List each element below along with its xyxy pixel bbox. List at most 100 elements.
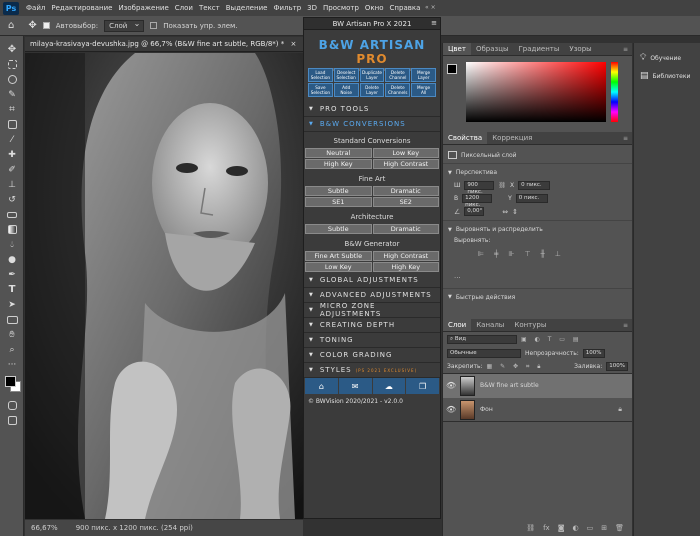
lock-icons[interactable]: ▦ ✎ ✥ ⌗ 🔒︎ <box>487 363 544 371</box>
tab-patterns[interactable]: Узоры <box>564 43 596 55</box>
new-layer-icon[interactable]: ⊞ <box>601 524 607 532</box>
opacity-field[interactable]: 100% <box>582 349 605 358</box>
trash-icon[interactable]: 🗑︎ <box>615 524 624 532</box>
filter-icons[interactable]: ▣ ◐ T ▭ ▤ <box>521 336 582 343</box>
learn-panel-button[interactable]: 💡︎ Обучение <box>634 49 700 67</box>
architecture-dramatic-button[interactable]: Dramatic <box>372 224 439 234</box>
eye-icon[interactable]: 👁︎ <box>446 405 456 414</box>
home-icon[interactable]: ⌂ <box>305 378 338 394</box>
zoom-tool-icon[interactable]: ⌕ <box>0 342 24 357</box>
tab-color[interactable]: Цвет <box>443 43 471 55</box>
pen-tool-icon[interactable]: ✒ <box>0 267 24 282</box>
gen-high-key-button[interactable]: High Key <box>372 262 439 272</box>
merge-layer-button[interactable]: Merge Layer <box>411 68 436 82</box>
history-brush-icon[interactable]: ↺ <box>0 192 24 207</box>
neutral-button[interactable]: Neutral <box>305 148 372 158</box>
panel-collapse-icon[interactable]: « × <box>425 4 441 12</box>
crop-tool-icon[interactable]: ⌗ <box>0 102 24 117</box>
se2-button[interactable]: SE2 <box>372 197 439 207</box>
document-canvas[interactable] <box>25 53 303 519</box>
menu-edit[interactable]: Редактирование <box>48 4 115 12</box>
fg-bg-swatch[interactable] <box>447 64 457 74</box>
gen-fine-art-subtle-button[interactable]: Fine Art Subtle <box>305 251 372 261</box>
quick-mask-icon[interactable] <box>0 398 24 413</box>
link-layers-icon[interactable]: ⛓︎ <box>526 524 535 532</box>
section-pro-tools[interactable]: ▼ PRO TOOLS <box>304 102 440 117</box>
stamp-tool-icon[interactable]: ⊥ <box>0 177 24 192</box>
flip-horizontal-icon[interactable]: ⇔ <box>502 208 508 216</box>
panel-menu-icon[interactable]: ≡ <box>623 46 628 53</box>
frame-tool-icon[interactable] <box>0 117 24 132</box>
section-advanced-adjustments[interactable]: ▼ ADVANCED ADJUSTMENTS <box>304 288 440 303</box>
tab-swatches[interactable]: Образцы <box>471 43 514 55</box>
tab-channels[interactable]: Каналы <box>471 319 509 331</box>
blur-tool-icon[interactable]: 💧︎ <box>0 237 24 252</box>
gradient-tool-icon[interactable] <box>0 222 24 237</box>
more-options-icon[interactable]: ··· <box>454 274 461 282</box>
tab-gradients[interactable]: Градиенты <box>514 43 565 55</box>
section-bw-conversions[interactable]: ▼ B&W CONVERSIONS <box>304 117 440 132</box>
layer-name[interactable]: B&W fine art subtle <box>480 381 539 391</box>
path-select-icon[interactable]: ➤ <box>0 297 24 312</box>
show-controls-checkbox[interactable] <box>150 22 158 29</box>
menu-file[interactable]: Файл <box>23 4 48 12</box>
close-tab-icon[interactable]: × <box>290 40 296 48</box>
eraser-tool-icon[interactable] <box>0 207 24 222</box>
mail-icon[interactable]: ✉ <box>338 378 372 394</box>
menu-help[interactable]: Справка <box>387 4 424 12</box>
menu-select[interactable]: Выделение <box>223 4 271 12</box>
menu-filter[interactable]: Фильтр <box>270 4 304 12</box>
screen-mode-icon[interactable] <box>0 413 24 428</box>
tab-properties[interactable]: Свойства <box>443 132 488 144</box>
move-tool-icon[interactable]: ✥ <box>28 20 36 31</box>
align-right-icon[interactable]: ⊪ <box>508 250 514 258</box>
layer-filter-dropdown[interactable]: ⌕ Вид <box>447 335 517 344</box>
fine-art-dramatic-button[interactable]: Dramatic <box>372 186 439 196</box>
tab-paths[interactable]: Контуры <box>509 319 551 331</box>
menu-3d[interactable]: 3D <box>304 4 320 12</box>
quick-select-tool-icon[interactable]: ✎ <box>0 87 24 102</box>
saturation-field[interactable] <box>466 62 606 122</box>
architecture-subtle-button[interactable]: Subtle <box>305 224 372 234</box>
menu-view[interactable]: Просмотр <box>320 4 362 12</box>
zoom-level[interactable]: 66,67% <box>31 524 58 532</box>
gen-high-contrast-button[interactable]: High Contrast <box>372 251 439 261</box>
add-noise-button[interactable]: Add Noise <box>333 83 359 97</box>
angle-field[interactable]: 0,00° <box>464 207 485 216</box>
layer-row[interactable]: 👁︎ B&W fine art subtle <box>443 374 632 398</box>
align-left-icon[interactable]: ⊫ <box>478 250 484 258</box>
menu-image[interactable]: Изображение <box>115 4 171 12</box>
section-micro-zone-adjustments[interactable]: ▼ MICRO ZONE ADJUSTMENTS <box>304 302 440 318</box>
marquee-tool-icon[interactable] <box>0 57 24 72</box>
tab-adjustments[interactable]: Коррекция <box>487 132 537 144</box>
link-icon[interactable]: ⛓︎ <box>498 182 506 189</box>
load-selection-button[interactable]: Load Selection <box>308 68 333 82</box>
x-field[interactable]: 0 пикс. <box>518 181 551 190</box>
align-middle-icon[interactable]: ╫ <box>541 250 545 258</box>
healing-brush-icon[interactable]: ✚ <box>0 147 24 162</box>
panel-menu-icon[interactable]: ≡ <box>623 135 628 142</box>
height-field[interactable]: 1200 пикс. <box>462 194 493 208</box>
section-color-grading[interactable]: ▼ COLOR GRADING <box>304 348 440 363</box>
fine-art-subtle-button[interactable]: Subtle <box>305 186 372 196</box>
brush-tool-icon[interactable]: ✐ <box>0 162 24 177</box>
save-selection-button[interactable]: Save Selection <box>308 83 333 97</box>
eye-icon[interactable]: 👁︎ <box>446 381 456 391</box>
delete-channel-button[interactable]: Delete Channel <box>385 68 411 82</box>
section-toning[interactable]: ▼ TONING <box>304 333 440 348</box>
gen-low-key-button[interactable]: Low Key <box>305 262 372 272</box>
add-mask-icon[interactable]: ◙ <box>558 524 565 532</box>
dodge-tool-icon[interactable]: ● <box>0 252 24 267</box>
merge-all-button[interactable]: Merge All <box>411 83 436 97</box>
layer-name[interactable]: Фон <box>480 406 493 413</box>
menu-layers[interactable]: Слои <box>172 4 196 12</box>
width-field[interactable]: 900 пикс. <box>464 181 495 195</box>
move-tool-icon[interactable]: ✥ <box>0 42 24 57</box>
section-styles[interactable]: ▼ STYLES (PS 2021 EXCLUSIVE) <box>304 363 440 378</box>
menu-type[interactable]: Текст <box>196 4 223 12</box>
hue-slider[interactable] <box>611 62 618 122</box>
section-creating-depth[interactable]: ▼ CREATING DEPTH <box>304 318 440 333</box>
duplicate-layer-button[interactable]: Duplicate Layer <box>359 68 385 82</box>
cloud-download-icon[interactable]: ☁ <box>372 378 406 394</box>
home-icon[interactable]: ⌂ <box>8 20 14 31</box>
